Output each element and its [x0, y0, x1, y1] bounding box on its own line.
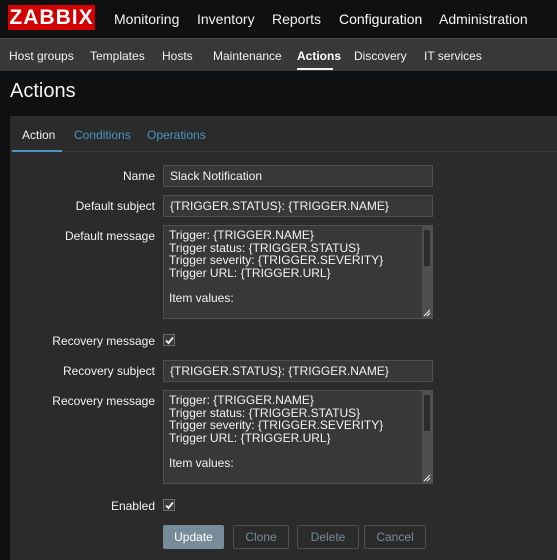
tab-operations[interactable]: Operations: [147, 128, 206, 142]
resize-handle-icon[interactable]: [423, 309, 431, 317]
default-message-textarea[interactable]: Trigger: {TRIGGER.NAME} Trigger status: …: [163, 225, 433, 319]
checkmark-icon: [165, 501, 174, 510]
scrollbar-thumb[interactable]: [424, 395, 430, 431]
form-tabs: Action Conditions Operations: [10, 116, 557, 152]
recovery-message-text: Trigger: {TRIGGER.NAME} Trigger status: …: [169, 393, 432, 483]
delete-button[interactable]: Delete: [297, 525, 359, 549]
enabled-checkbox[interactable]: [163, 499, 175, 511]
recovery-message-textarea[interactable]: Trigger: {TRIGGER.NAME} Trigger status: …: [163, 390, 433, 484]
top-nav-configuration[interactable]: Configuration: [339, 11, 422, 27]
top-nav-administration[interactable]: Administration: [439, 11, 528, 27]
tab-conditions[interactable]: Conditions: [74, 128, 131, 142]
top-nav-monitoring[interactable]: Monitoring: [114, 11, 179, 27]
action-form-panel: Action Conditions Operations Name Slack …: [10, 116, 557, 560]
sub-navigation-bar: Host groups Templates Hosts Maintenance …: [0, 38, 557, 71]
default-subject-label: Default subject: [75, 199, 155, 213]
resize-handle-icon[interactable]: [423, 474, 431, 482]
sub-nav-discovery[interactable]: Discovery: [354, 49, 407, 63]
default-message-scrollbar[interactable]: [422, 226, 432, 318]
page-title: Actions: [10, 80, 76, 102]
enabled-label: Enabled: [110, 499, 155, 513]
top-nav-inventory[interactable]: Inventory: [197, 11, 255, 27]
recovery-message-label: Recovery message: [52, 394, 155, 408]
checkmark-icon: [165, 336, 174, 345]
recovery-message-scrollbar[interactable]: [422, 391, 432, 483]
tab-action[interactable]: Action: [22, 128, 55, 142]
zabbix-logo[interactable]: ZABBIX: [8, 5, 95, 30]
recovery-subject-input[interactable]: {TRIGGER.STATUS}: {TRIGGER.NAME}: [163, 360, 433, 382]
update-button[interactable]: Update: [163, 525, 224, 549]
sub-nav-host-groups[interactable]: Host groups: [9, 49, 74, 63]
cancel-button[interactable]: Cancel: [364, 525, 426, 549]
sub-nav-it-services[interactable]: IT services: [424, 49, 482, 63]
name-label: Name: [122, 169, 155, 183]
recovery-message-checkbox[interactable]: [163, 334, 175, 346]
logo-text: ZABBIX: [9, 6, 94, 29]
recovery-message-toggle-label: Recovery message: [52, 334, 155, 348]
sub-nav-maintenance[interactable]: Maintenance: [213, 49, 282, 63]
name-input[interactable]: Slack Notification: [163, 165, 433, 187]
scrollbar-thumb[interactable]: [424, 230, 430, 266]
clone-button[interactable]: Clone: [233, 525, 289, 549]
top-nav-reports[interactable]: Reports: [272, 11, 321, 27]
sub-nav-actions[interactable]: Actions: [297, 49, 341, 63]
top-navigation-bar: ZABBIX Monitoring Inventory Reports Conf…: [0, 0, 557, 38]
default-message-label: Default message: [64, 229, 155, 243]
sub-nav-templates[interactable]: Templates: [90, 49, 145, 63]
default-subject-input[interactable]: {TRIGGER.STATUS}: {TRIGGER.NAME}: [163, 195, 433, 217]
active-tab-indicator: [12, 150, 62, 152]
recovery-subject-label: Recovery subject: [62, 364, 155, 378]
sub-nav-hosts[interactable]: Hosts: [162, 49, 193, 63]
active-sub-nav-indicator: [297, 68, 333, 70]
default-message-text: Trigger: {TRIGGER.NAME} Trigger status: …: [169, 228, 432, 318]
